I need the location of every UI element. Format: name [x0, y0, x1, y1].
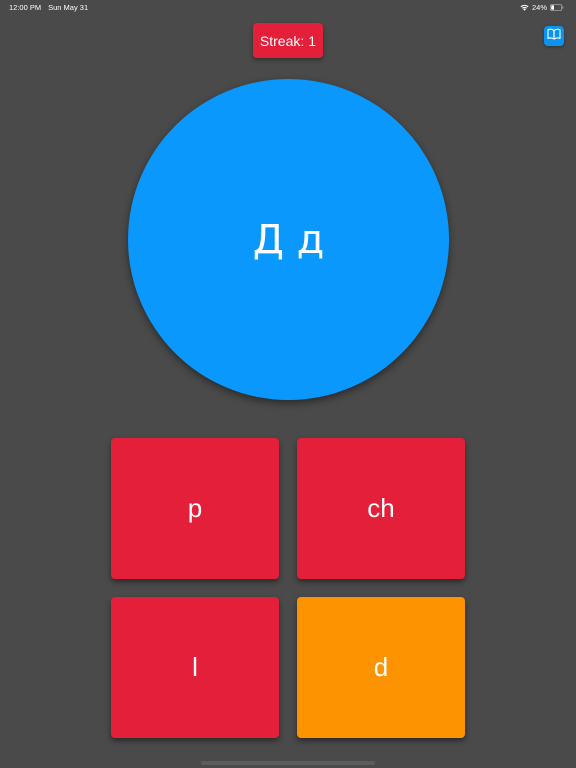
- letter-display: Д д: [128, 79, 449, 400]
- answer-button-d[interactable]: d: [297, 597, 465, 738]
- answer-button-l[interactable]: l: [111, 597, 279, 738]
- status-left: 12:00 PM Sun May 31: [9, 3, 88, 12]
- home-indicator[interactable]: [201, 761, 375, 765]
- status-bar: 12:00 PM Sun May 31 24%: [0, 0, 576, 14]
- answer-label: ch: [367, 493, 395, 523]
- battery-percent: 24%: [531, 3, 547, 12]
- answer-label: p: [187, 493, 203, 523]
- status-right: 24%: [520, 3, 564, 12]
- answer-label: l: [192, 652, 198, 682]
- answer-label: d: [373, 652, 389, 682]
- battery-icon: [550, 4, 564, 11]
- letter-text: Д д: [252, 216, 325, 263]
- streak-value: 1: [308, 32, 317, 49]
- book-button[interactable]: [544, 26, 564, 46]
- book-icon: [547, 27, 561, 45]
- answer-button-p[interactable]: p: [111, 438, 279, 579]
- answer-button-ch[interactable]: ch: [297, 438, 465, 579]
- wifi-icon: [520, 4, 529, 11]
- status-date: Sun May 31: [48, 3, 89, 12]
- status-time: 12:00 PM: [9, 3, 42, 12]
- streak-label: Streak:: [259, 32, 305, 49]
- streak-badge: Streak: 1: [253, 23, 323, 58]
